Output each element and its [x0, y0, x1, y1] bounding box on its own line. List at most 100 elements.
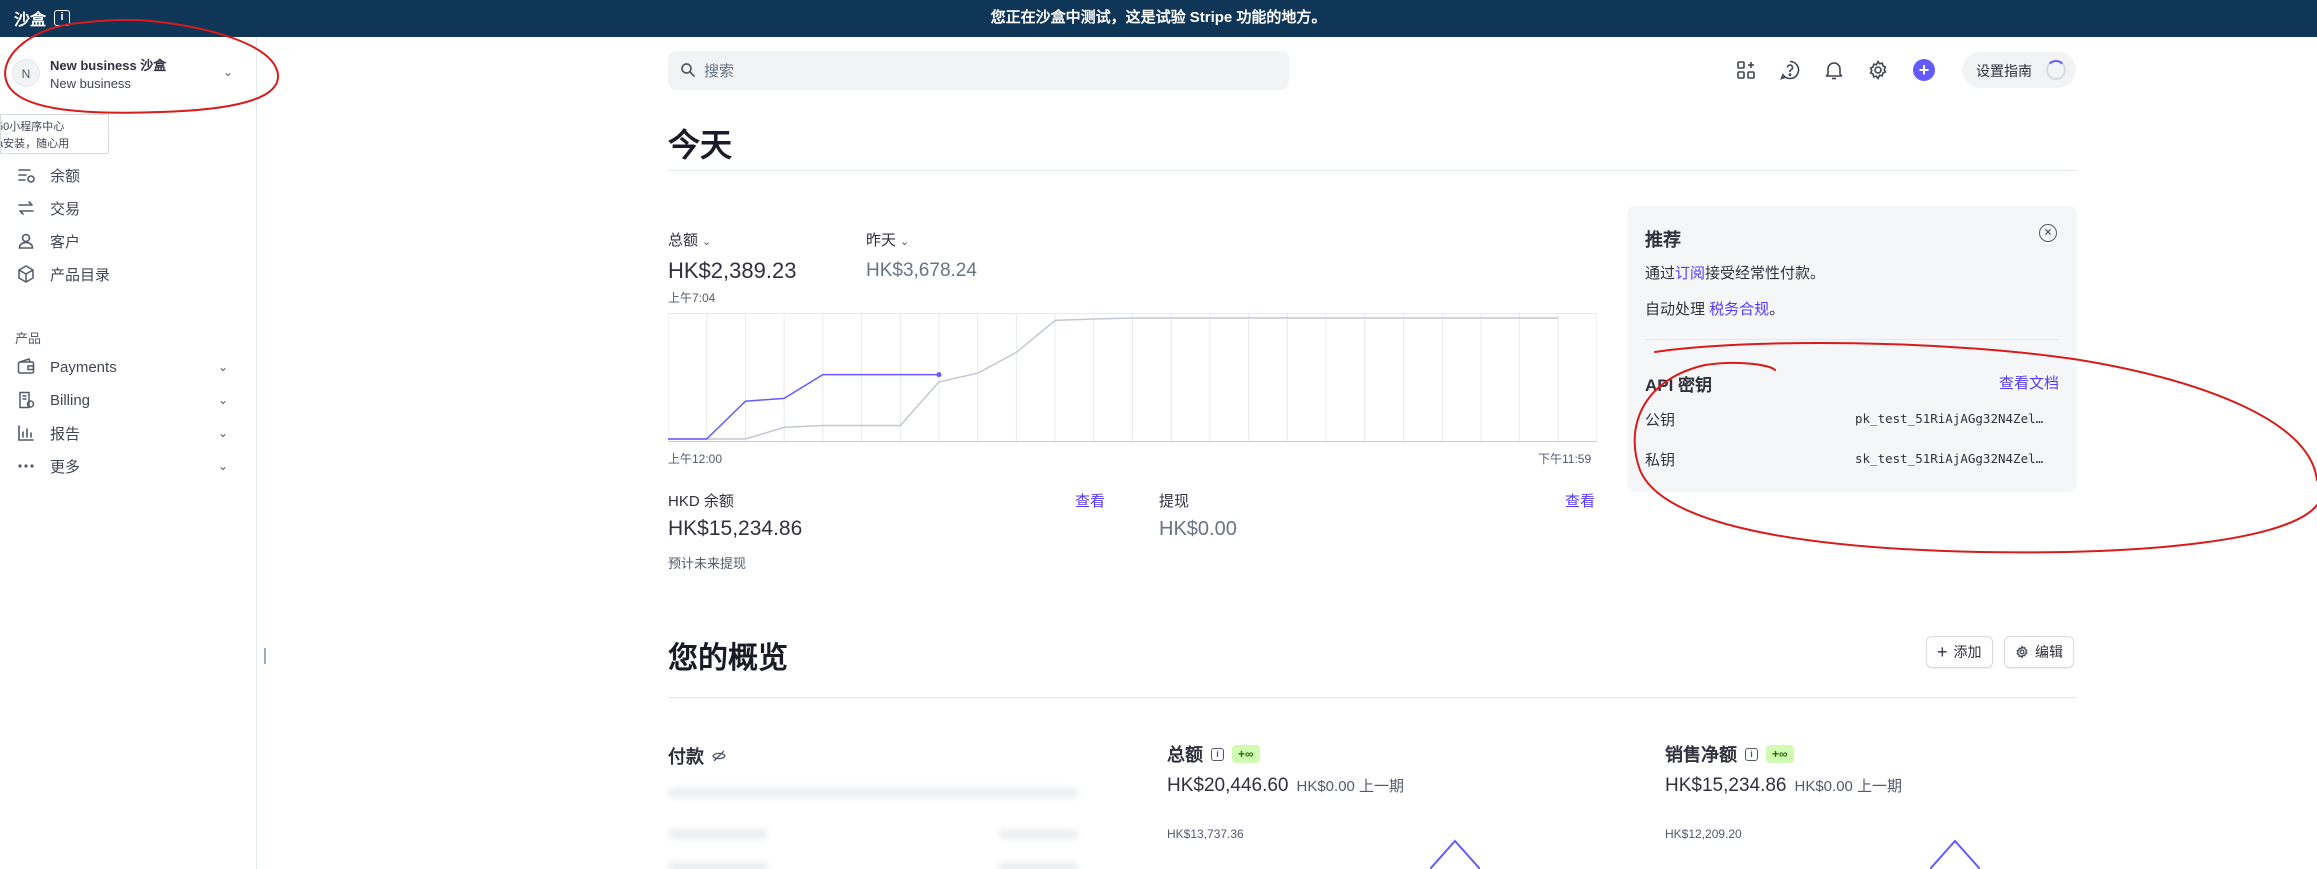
section-label-products: 产品 [15, 331, 42, 346]
net-sales-axis-max: HK$12,209.20 [1665, 827, 1742, 841]
net-sales-card-value: HK$15,234.86 HK$0.00 上一期 [1665, 775, 1902, 797]
sidebar-item-label: 余额 [50, 167, 81, 185]
edit-button[interactable]: 编辑 [2004, 636, 2074, 668]
divider [668, 170, 2077, 171]
comparison-dropdown[interactable]: 昨天 ⌄ [866, 229, 909, 250]
net-sales-sparkline [1930, 839, 1980, 869]
blurred-row [998, 862, 1078, 869]
gross-volume-label: 总额 [668, 232, 699, 249]
sidebar: N New business 沙盒 New business ⌄ 50小程序中心… [0, 37, 257, 869]
net-growth-badge: +∞ [1766, 745, 1794, 763]
view-docs-link[interactable]: 查看文档 [1999, 372, 2059, 393]
add-button[interactable]: + 添加 [1926, 636, 1993, 668]
help-icon[interactable] [1779, 59, 1801, 81]
edit-button-label: 编辑 [2035, 644, 2063, 660]
search-icon [681, 63, 695, 77]
setup-guide-button[interactable]: 设置指南 [1962, 52, 2076, 88]
sidebar-item-billing[interactable]: Billing ⌄ [0, 384, 257, 416]
sidebar-resize-handle[interactable] [264, 648, 266, 664]
hidden-eye-icon[interactable] [712, 749, 726, 763]
sandbox-message: 您正在沙盒中测试，这是试验 Stripe 功能的地方。 [990, 9, 1327, 26]
yesterday-series-line [668, 317, 1559, 440]
payments-title: 付款 [668, 747, 704, 767]
customer-icon [18, 233, 34, 249]
page-title-today: 今天 [668, 127, 733, 163]
gross-card-value: HK$20,446.60 HK$0.00 上一期 [1167, 775, 1404, 797]
info-icon[interactable]: i [1211, 747, 1224, 761]
bell-icon[interactable] [1823, 59, 1845, 81]
gear-icon [2016, 645, 2028, 659]
transactions-icon [18, 201, 34, 215]
net-sales-previous: HK$0.00 上一期 [1794, 778, 1903, 795]
comparison-value: HK$3,678.24 [866, 260, 977, 281]
today-line-chart [668, 313, 1597, 442]
search-input[interactable] [704, 59, 1264, 83]
search-bar[interactable] [668, 51, 1289, 90]
plus-icon: + [1937, 642, 1948, 662]
sidebar-item-customers[interactable]: 客户 [0, 225, 257, 257]
recommendation-text: 通过 [1645, 265, 1676, 282]
sidebar-item-label: 客户 [50, 233, 81, 251]
sidebar-item-payments[interactable]: Payments ⌄ [0, 351, 257, 383]
info-icon[interactable]: i [1745, 747, 1758, 761]
chevron-down-icon: ⌄ [218, 459, 229, 473]
today-series-line [668, 373, 939, 440]
setup-guide-label: 设置指南 [1976, 63, 2032, 79]
public-key-label: 公钥 [1645, 412, 1676, 429]
divider [1645, 339, 2059, 340]
chevron-down-icon: ⌄ [218, 393, 229, 407]
account-avatar: N [12, 59, 40, 87]
apps-icon[interactable] [1735, 59, 1757, 81]
balance-note: 预计未来提现 [668, 556, 747, 571]
sidebar-item-more[interactable]: 更多 ⌄ [0, 450, 257, 482]
tooltip-title: 50小程序中心 [0, 121, 65, 133]
recommendation-subscriptions: 通过订阅接受经常性付款。 [1645, 262, 1825, 283]
account-switcher[interactable]: N New business 沙盒 New business ⌄ [12, 55, 237, 91]
recommendations-title: 推荐 [1645, 230, 1681, 250]
balance-icon [18, 169, 35, 183]
sidebar-item-balances[interactable]: 余额 [0, 159, 257, 191]
sidebar-item-label: 更多 [50, 458, 81, 476]
add-button-label: 添加 [1953, 644, 1982, 660]
net-sales-title: 销售净额 [1665, 745, 1737, 765]
subscriptions-link[interactable]: 订阅 [1675, 265, 1705, 282]
balance-view-link[interactable]: 查看 [1075, 490, 1105, 511]
hkd-balance-label: HKD 余额 [668, 493, 734, 510]
payouts-view-link[interactable]: 查看 [1565, 490, 1595, 511]
comparison-label: 昨天 [866, 232, 897, 249]
blurred-row [668, 862, 768, 869]
wallet-icon [17, 358, 35, 374]
gross-volume-time: 上午7:04 [668, 291, 716, 305]
gross-amount: HK$20,446.60 [1167, 775, 1289, 796]
sidebar-item-transactions[interactable]: 交易 [0, 192, 257, 224]
close-icon[interactable]: × [2039, 224, 2057, 242]
gross-previous: HK$0.00 上一期 [1296, 778, 1405, 795]
payments-card-title: 付款 [668, 743, 726, 769]
sandbox-banner: 沙盒 i 您正在沙盒中测试，这是试验 Stripe 功能的地方。 [0, 0, 2317, 37]
progress-ring-icon [2046, 60, 2066, 80]
sidebar-item-product-catalog[interactable]: 产品目录 [0, 258, 257, 290]
create-button[interactable]: + [1913, 59, 1935, 81]
public-key-value[interactable]: pk_test_51RiAjAGg32N4Zel… [1855, 411, 2043, 426]
sidebar-item-label: 交易 [50, 200, 81, 218]
hkd-balance-value: HK$15,234.86 [668, 517, 803, 540]
recommendation-text: 自动处理 [1645, 301, 1710, 318]
gross-volume-dropdown[interactable]: 总额 ⌄ [668, 229, 711, 250]
sidebar-item-reports[interactable]: 报告 ⌄ [0, 417, 257, 449]
gross-axis-max: HK$13,737.36 [1167, 827, 1244, 841]
gross-growth-badge: +∞ [1232, 745, 1260, 763]
net-sales-card-title: 销售净额 i +∞ [1665, 741, 1794, 767]
today-latest-point [936, 372, 942, 378]
chart-axis-end: 下午11:59 [1538, 452, 1592, 466]
api-keys-title: API 密钥 [1645, 376, 1713, 395]
secret-key-value[interactable]: sk_test_51RiAjAGg32N4Zel… [1855, 451, 2043, 466]
payouts-value: HK$0.00 [1159, 518, 1237, 540]
gross-title: 总额 [1167, 745, 1203, 765]
gear-icon[interactable] [1867, 59, 1889, 81]
chevron-down-icon: ⌄ [222, 65, 233, 79]
app-center-tooltip[interactable]: 50小程序中心 a安装，随心用 [0, 114, 109, 154]
billing-icon [19, 391, 35, 409]
tax-compliance-link[interactable]: 税务合规 [1709, 301, 1769, 318]
chart-axis-start: 上午12:00 [668, 452, 723, 466]
tooltip-subtitle: a安装，随心用 [0, 138, 70, 150]
